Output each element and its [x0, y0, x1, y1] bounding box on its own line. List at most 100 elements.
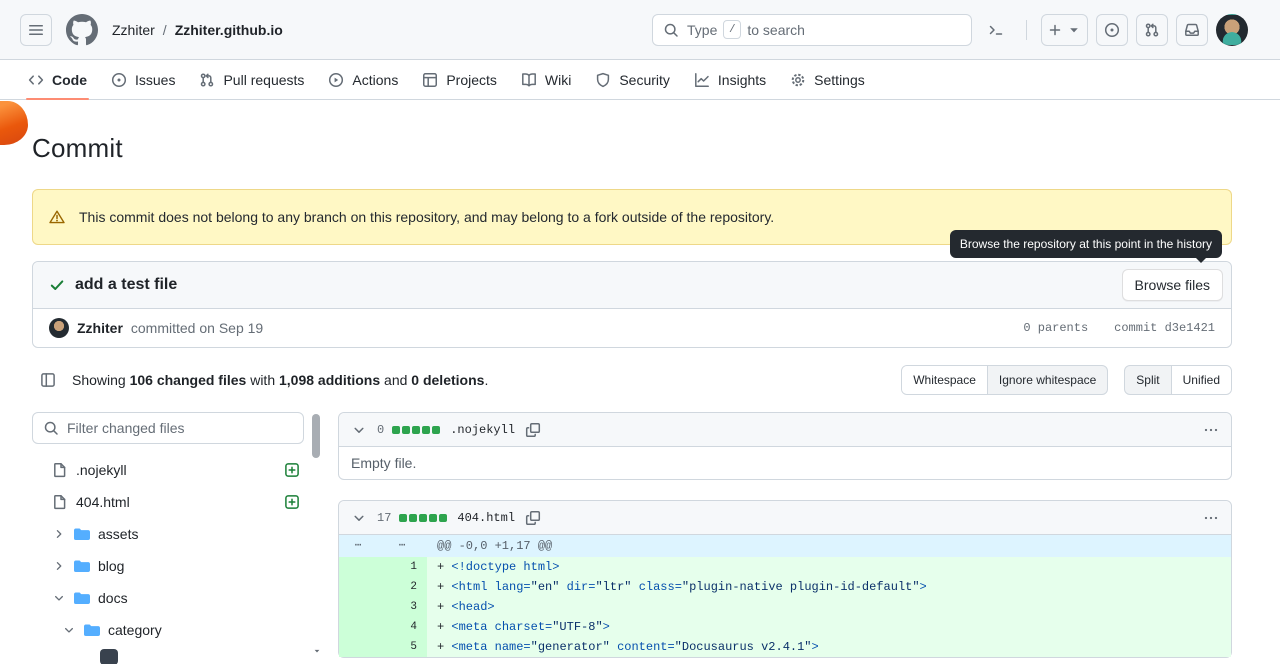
breadcrumb-owner-link[interactable]: Zzhiter	[112, 22, 155, 38]
tree-item-docs[interactable]: docs	[32, 582, 304, 614]
file-options-button[interactable]	[1201, 508, 1221, 528]
chevron-down-icon	[351, 422, 367, 438]
create-new-button[interactable]	[1041, 13, 1088, 46]
inbox-icon	[1184, 22, 1200, 38]
diffstat-squares	[392, 425, 441, 434]
chevron-right-icon	[52, 559, 66, 573]
github-commit-page: Zzhiter / Zzhiter.github.io Type / to se…	[0, 0, 1280, 664]
command-palette-button[interactable]	[980, 14, 1012, 46]
ignore-whitespace-button[interactable]: Ignore whitespace	[986, 366, 1107, 394]
tree-item-.nojekyll[interactable]: .nojekyll	[32, 454, 304, 486]
old-line-number[interactable]	[339, 637, 383, 657]
tree-item-label: .nojekyll	[76, 462, 127, 478]
kebab-icon	[1203, 510, 1219, 526]
committer-name[interactable]: Zzhiter	[77, 320, 123, 336]
browse-files-button[interactable]: Browse files	[1121, 269, 1223, 301]
tab-issues[interactable]: Issues	[103, 60, 183, 99]
old-line-number[interactable]	[339, 577, 383, 597]
diff-panel-.nojekyll: 0 .nojekyll Empty file.	[338, 412, 1232, 480]
diff-added-icon	[284, 462, 300, 478]
breadcrumb-separator: /	[162, 21, 167, 38]
tree-item-blog[interactable]: blog	[32, 550, 304, 582]
diff-file-header: 0 .nojekyll	[339, 413, 1231, 447]
slash-key-hint: /	[723, 20, 742, 39]
copy-path-button[interactable]	[523, 508, 543, 528]
commit-label: commit	[1114, 321, 1158, 335]
diff-view-control: Split Unified	[1124, 365, 1232, 395]
commit-box: Browse the repository at this point in t…	[32, 230, 1232, 348]
commit-sha[interactable]: d3e1421	[1165, 321, 1215, 335]
whitespace-button[interactable]: Whitespace	[902, 366, 987, 394]
old-line-number[interactable]	[339, 597, 383, 617]
expand-hunk-button[interactable]: ⋯	[339, 535, 383, 557]
graph-icon	[694, 72, 710, 88]
notifications-button[interactable]	[1176, 13, 1208, 46]
hunk-row: ⋯ ⋯ @@ -0,0 +1,17 @@	[339, 535, 1231, 557]
tree-item-assets[interactable]: assets	[32, 518, 304, 550]
banner-text: This commit does not belong to any branc…	[79, 209, 775, 225]
diff-content: .nojekyll404.htmlassetsblogdocscategory …	[32, 412, 1232, 664]
diff-filename[interactable]: 404.html	[457, 511, 515, 525]
file-options-button[interactable]	[1201, 420, 1221, 440]
tab-wiki[interactable]: Wiki	[513, 60, 579, 99]
diff-line: 1 + <!doctype html>	[339, 557, 1231, 577]
diff-panels: 0 .nojekyll Empty file. 17 404.html ⋯ ⋯ @@…	[338, 412, 1232, 658]
diff-line-code: + <meta name="generator" content="Docusa…	[427, 637, 1231, 657]
tab-security[interactable]: Security	[587, 60, 678, 99]
file-tree-sidebar: .nojekyll 404.html assets blog docs category	[32, 412, 322, 664]
issue-opened-icon	[111, 72, 127, 88]
alert-icon	[49, 209, 65, 225]
code-icon	[28, 72, 44, 88]
diff-stats-bar: Showing 106 changed files with 1,098 add…	[32, 364, 1232, 396]
unified-button[interactable]: Unified	[1170, 366, 1231, 394]
user-avatar[interactable]	[1216, 13, 1248, 46]
kebab-icon	[1203, 422, 1219, 438]
github-mark-icon	[66, 13, 98, 46]
diffstat-squares	[399, 513, 448, 522]
browse-files-tooltip: Browse the repository at this point in t…	[949, 230, 1222, 263]
new-line-number[interactable]: 1	[383, 557, 427, 577]
diff-line-code: + <html lang="en" dir="ltr" class="plugi…	[427, 577, 1231, 597]
collapse-file-button[interactable]	[349, 420, 369, 440]
scrollbar-down-button[interactable]	[311, 646, 322, 656]
new-line-number[interactable]: 2	[383, 577, 427, 597]
folder-icon	[74, 558, 90, 574]
tab-insights[interactable]: Insights	[686, 60, 774, 99]
old-line-number[interactable]	[339, 617, 383, 637]
diff-code: ⋯ ⋯ @@ -0,0 +1,17 @@ 1 + <!doctype html> 2 + <…	[339, 535, 1231, 657]
diff-filename[interactable]: .nojekyll	[450, 423, 515, 437]
tab-code[interactable]: Code	[20, 60, 95, 100]
tab-pull-requests[interactable]: Pull requests	[191, 60, 312, 99]
scrollbar-thumb[interactable]	[312, 414, 320, 458]
split-button[interactable]: Split	[1125, 366, 1170, 394]
pull-requests-button[interactable]	[1136, 13, 1168, 46]
new-line-number[interactable]: 5	[383, 637, 427, 657]
committer-avatar[interactable]	[49, 318, 69, 338]
folder-icon	[74, 590, 90, 606]
tree-item-partial[interactable]	[32, 646, 304, 664]
copy-path-button[interactable]	[523, 420, 543, 440]
tab-actions[interactable]: Actions	[320, 60, 406, 99]
breadcrumb-repo-link[interactable]: Zzhiter.github.io	[175, 22, 283, 38]
global-search-input[interactable]: Type / to search	[652, 13, 972, 46]
expand-hunk-button[interactable]: ⋯	[383, 535, 427, 557]
tab-settings[interactable]: Settings	[782, 60, 873, 99]
diff-file-header: 17 404.html	[339, 501, 1231, 535]
tree-item-404.html[interactable]: 404.html	[32, 486, 304, 518]
tab-projects[interactable]: Projects	[414, 60, 505, 99]
issues-button[interactable]	[1096, 13, 1128, 46]
filter-files-input[interactable]	[67, 420, 293, 436]
github-logo[interactable]	[66, 13, 98, 46]
header-divider	[1026, 19, 1027, 40]
collapse-file-button[interactable]	[349, 508, 369, 528]
file-tree-toggle-button[interactable]	[32, 364, 64, 396]
copy-icon	[525, 510, 541, 526]
tree-item-category[interactable]: category	[32, 614, 304, 646]
old-line-number[interactable]	[339, 557, 383, 577]
sidebar-scrollbar[interactable]	[311, 412, 322, 658]
hamburger-menu-button[interactable]	[20, 13, 52, 46]
whitespace-control: Whitespace Ignore whitespace	[901, 365, 1109, 395]
new-line-number[interactable]: 3	[383, 597, 427, 617]
new-line-number[interactable]: 4	[383, 617, 427, 637]
tab-label: Wiki	[544, 71, 572, 88]
